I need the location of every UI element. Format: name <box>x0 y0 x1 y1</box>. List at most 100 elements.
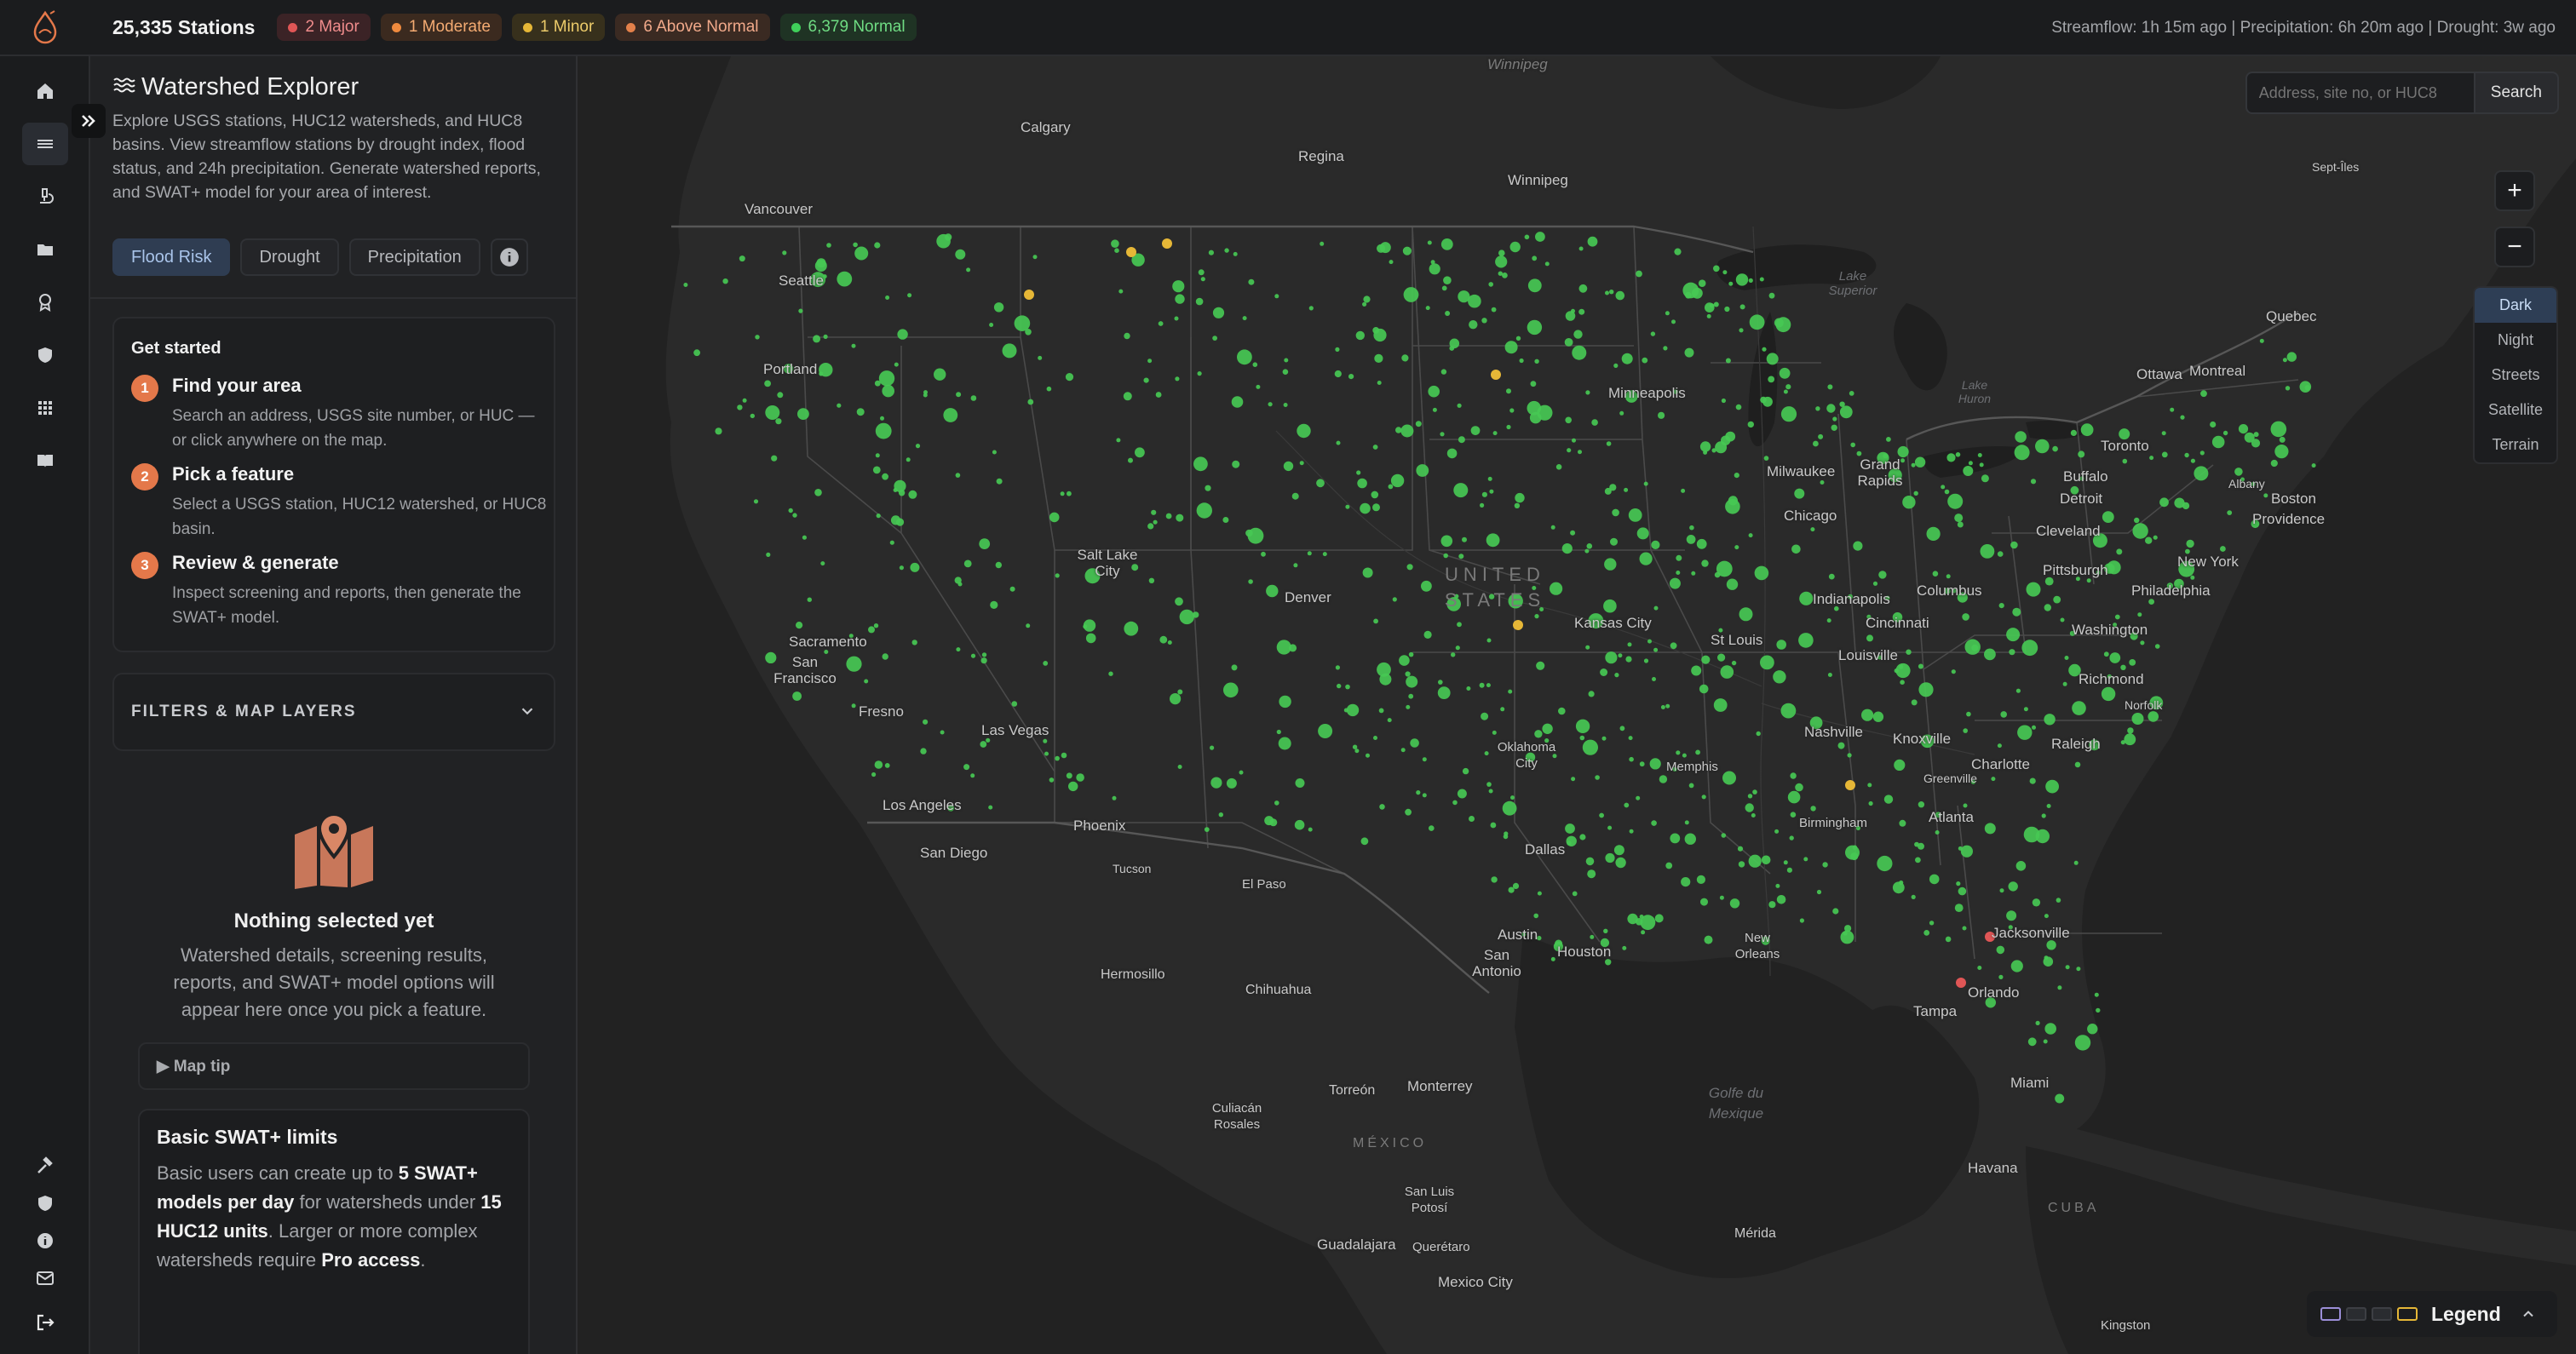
station-marker-normal[interactable] <box>1307 551 1312 556</box>
station-marker-normal[interactable] <box>1373 618 1378 624</box>
station-marker-normal[interactable] <box>1585 857 1595 866</box>
station-marker-normal[interactable] <box>1379 804 1385 810</box>
station-marker-normal[interactable] <box>1399 655 1410 666</box>
station-marker-normal[interactable] <box>1177 765 1182 769</box>
station-marker-normal[interactable] <box>1696 538 1707 549</box>
station-marker-normal[interactable] <box>1604 487 1612 495</box>
station-marker-normal[interactable] <box>1603 599 1617 613</box>
station-marker-normal[interactable] <box>923 719 929 725</box>
station-marker-normal[interactable] <box>1894 759 1906 772</box>
station-marker-normal[interactable] <box>1578 450 1582 455</box>
station-marker-normal[interactable] <box>1629 829 1634 834</box>
station-marker-normal[interactable] <box>2132 523 2148 539</box>
station-marker-normal[interactable] <box>1895 663 1911 679</box>
station-marker-normal[interactable] <box>1193 611 1199 618</box>
station-marker-normal[interactable] <box>1366 753 1370 758</box>
station-marker-normal[interactable] <box>1627 642 1632 647</box>
station-marker-normal[interactable] <box>1193 456 1208 472</box>
station-marker-normal[interactable] <box>989 323 994 327</box>
station-marker-normal[interactable] <box>1748 854 1762 868</box>
station-marker-normal[interactable] <box>1899 819 1906 827</box>
station-marker-normal[interactable] <box>1703 450 1708 455</box>
station-marker-normal[interactable] <box>2015 861 2027 871</box>
station-marker-normal[interactable] <box>1055 573 1060 578</box>
station-marker-normal[interactable] <box>1492 730 1497 735</box>
station-marker-normal[interactable] <box>1639 552 1653 565</box>
station-marker-normal[interactable] <box>1544 261 1550 267</box>
station-marker-normal[interactable] <box>1158 321 1164 326</box>
station-marker-flood[interactable] <box>1956 978 1966 988</box>
station-marker-normal[interactable] <box>1699 684 1709 694</box>
station-marker-normal[interactable] <box>2041 813 2046 818</box>
station-marker-normal[interactable] <box>1011 701 1018 707</box>
station-marker-normal[interactable] <box>1665 862 1673 869</box>
station-marker-normal[interactable] <box>1670 642 1677 650</box>
station-marker-normal[interactable] <box>1783 389 1788 394</box>
station-marker-normal[interactable] <box>1177 689 1183 695</box>
station-marker-normal[interactable] <box>1198 269 1205 276</box>
station-marker-normal[interactable] <box>1763 456 1769 461</box>
station-marker-normal[interactable] <box>1239 770 1244 775</box>
station-marker-normal[interactable] <box>1506 388 1511 394</box>
station-marker-normal[interactable] <box>1892 881 1905 894</box>
station-marker-flood[interactable] <box>1126 247 1136 257</box>
station-marker-normal[interactable] <box>1721 398 1726 404</box>
station-marker-normal[interactable] <box>1695 749 1700 755</box>
station-marker-normal[interactable] <box>2015 431 2027 443</box>
station-marker-normal[interactable] <box>2078 450 2085 458</box>
station-marker-normal[interactable] <box>1798 633 1814 648</box>
station-marker-normal[interactable] <box>1643 481 1648 486</box>
station-marker-normal[interactable] <box>1481 712 1489 720</box>
station-marker-normal[interactable] <box>1205 485 1211 491</box>
station-marker-normal[interactable] <box>1362 567 1373 578</box>
station-marker-normal[interactable] <box>1279 695 1291 709</box>
mail-icon[interactable] <box>22 1257 68 1299</box>
search-input[interactable] <box>2245 72 2475 114</box>
station-marker-normal[interactable] <box>1605 651 1618 664</box>
station-marker-normal[interactable] <box>1899 664 1904 669</box>
station-marker-normal[interactable] <box>1558 707 1566 715</box>
station-marker-normal[interactable] <box>1962 613 1969 621</box>
station-marker-normal[interactable] <box>1233 251 1238 256</box>
station-marker-normal[interactable] <box>1530 381 1537 387</box>
station-marker-normal[interactable] <box>1440 432 1445 437</box>
station-marker-normal[interactable] <box>875 422 892 439</box>
station-marker-normal[interactable] <box>1114 248 1119 253</box>
station-marker-normal[interactable] <box>837 403 842 408</box>
tab-flood-risk[interactable]: Flood Risk <box>112 238 231 276</box>
station-marker-normal[interactable] <box>1588 691 1595 697</box>
station-marker-normal[interactable] <box>1410 738 1419 748</box>
station-marker-normal[interactable] <box>2263 493 2268 498</box>
station-marker-normal[interactable] <box>1923 930 1930 936</box>
style-satellite[interactable]: Satellite <box>2475 393 2556 427</box>
station-marker-normal[interactable] <box>1997 743 2002 749</box>
station-marker-normal[interactable] <box>1669 577 1681 589</box>
station-marker-normal[interactable] <box>2129 659 2136 666</box>
station-marker-normal[interactable] <box>1628 508 1642 522</box>
station-marker-normal[interactable] <box>2027 1037 2037 1047</box>
station-marker-normal[interactable] <box>1980 544 1995 559</box>
station-marker-normal[interactable] <box>1377 244 1386 253</box>
station-marker-normal[interactable] <box>1060 491 1065 496</box>
station-marker-normal[interactable] <box>1195 297 1204 306</box>
station-marker-normal[interactable] <box>1582 739 1598 755</box>
station-marker-normal[interactable] <box>1390 473 1405 488</box>
station-marker-normal[interactable] <box>871 772 877 777</box>
station-marker-normal[interactable] <box>1276 640 1291 655</box>
station-marker-normal[interactable] <box>2044 604 2051 611</box>
station-marker-normal[interactable] <box>2055 1093 2065 1104</box>
station-marker-normal[interactable] <box>846 656 862 672</box>
station-marker-normal[interactable] <box>1491 307 1497 313</box>
station-marker-normal[interactable] <box>1671 319 1676 324</box>
station-marker-normal[interactable] <box>1584 548 1590 554</box>
station-marker-normal[interactable] <box>1274 294 1279 299</box>
station-marker-normal[interactable] <box>1348 374 1354 380</box>
station-marker-normal[interactable] <box>897 329 908 340</box>
station-marker-normal[interactable] <box>1514 502 1521 508</box>
station-marker-normal[interactable] <box>1282 369 1289 376</box>
station-marker-normal[interactable] <box>1641 930 1646 935</box>
station-marker-normal[interactable] <box>2220 546 2226 552</box>
station-marker-normal[interactable] <box>1756 731 1761 737</box>
tab-precipitation[interactable]: Precipitation <box>348 238 480 276</box>
station-marker-normal[interactable] <box>1615 857 1626 869</box>
